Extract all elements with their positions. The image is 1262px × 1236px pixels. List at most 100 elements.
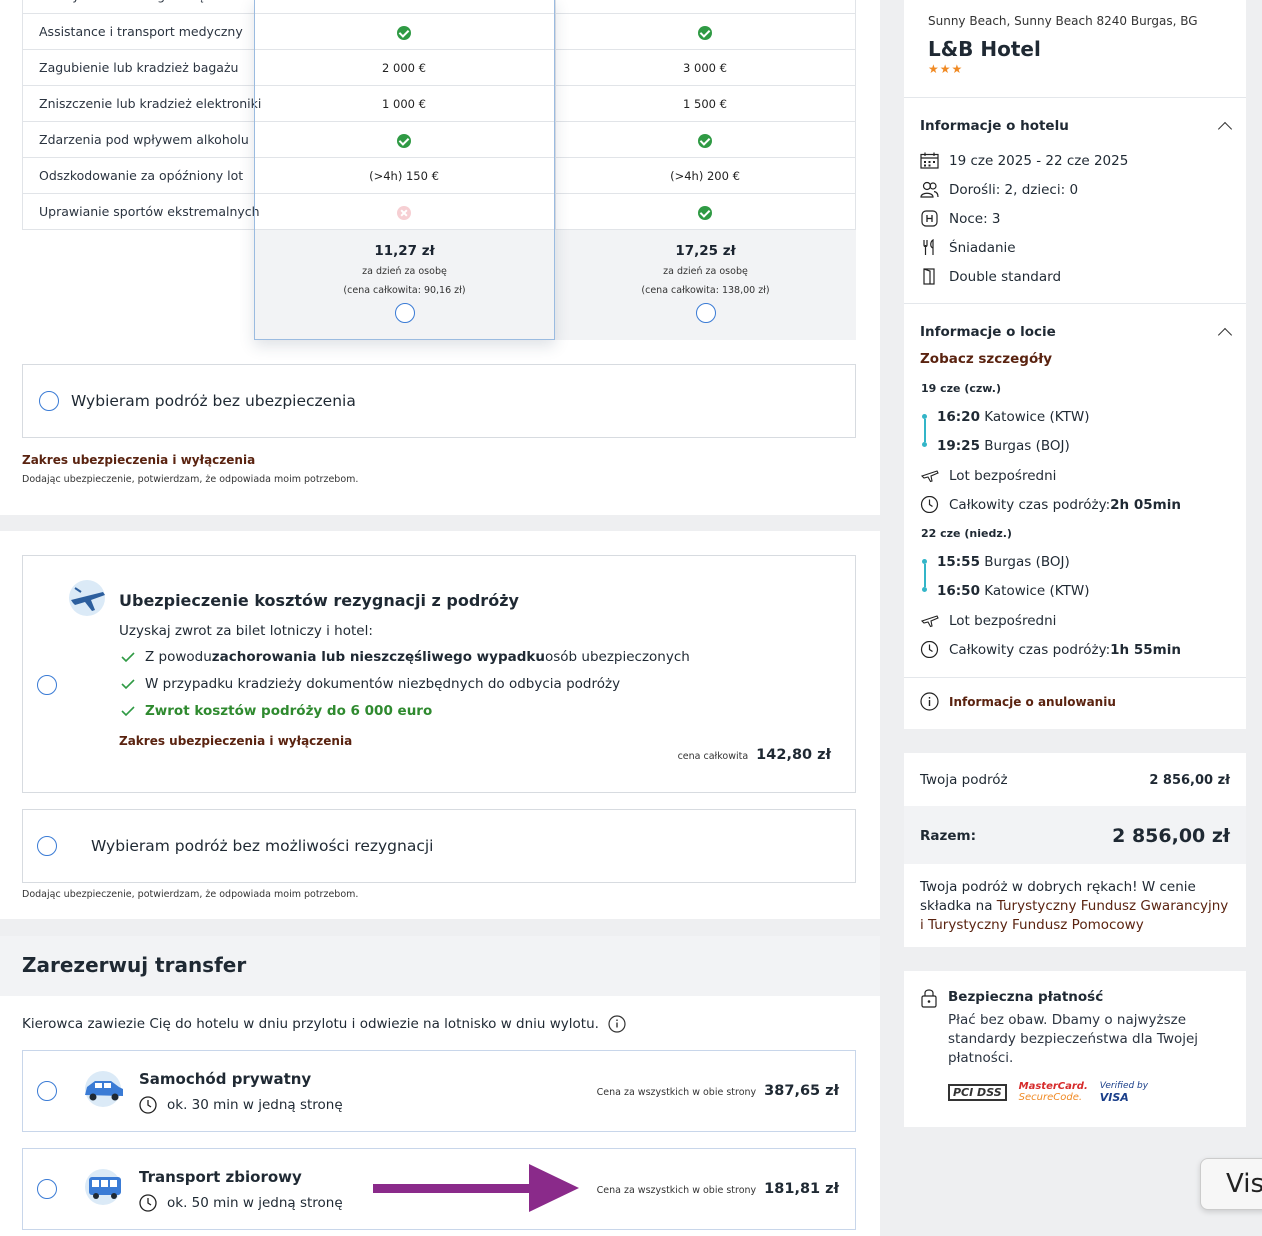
plane-icon: [920, 470, 939, 483]
cancellation-option[interactable]: Ubezpieczenie kosztów rezygnacji z podró…: [22, 555, 856, 793]
visa-line2: VISA: [1099, 1091, 1129, 1104]
clock-icon: [139, 1194, 157, 1212]
info-icon[interactable]: [608, 1015, 626, 1033]
hotel-icon: [921, 210, 938, 227]
lock-icon: [921, 989, 937, 1008]
mastercard-securecode-badge: MasterCard. SecureCode.: [1019, 1081, 1088, 1103]
plane-icon: [920, 615, 939, 628]
hotel-address: Sunny Beach, Sunny Beach 8240 Burgas, BG: [928, 14, 1198, 28]
secure-payment-card: Bezpieczna płatność Płać bez obaw. Dbamy…: [904, 971, 1246, 1127]
pci-dss-badge: PCI DSS: [948, 1083, 1007, 1101]
transfer-private-radio[interactable]: [37, 1081, 57, 1101]
clock-icon: [920, 496, 939, 513]
transfer-name: Transport zbiorowy: [139, 1168, 302, 1186]
info-icon: [920, 692, 939, 711]
hotel-board: Śniadanie: [920, 239, 1016, 256]
checkmark-icon: [121, 652, 135, 663]
coverage-value: (>4h) 150 €: [369, 169, 439, 183]
transfer-duration: ok. 30 min w jedną stronę: [139, 1096, 343, 1114]
time-text: 15:55: [937, 554, 980, 570]
flight-details-link[interactable]: Zobacz szczegóły: [920, 351, 1052, 367]
sum-label: Razem:: [920, 828, 976, 844]
place-text: Burgas (BOJ): [984, 438, 1070, 454]
cancel-info-text[interactable]: Informacje o anulowaniu: [949, 695, 1116, 709]
included-check-icon: [555, 122, 855, 158]
included-check-icon: [254, 122, 554, 158]
calendar-icon: [920, 152, 939, 169]
table-row: Assistance i transport medyczny: [22, 14, 856, 50]
plan-price: 11,27 zł: [374, 243, 435, 259]
chevron-up-icon[interactable]: [1217, 121, 1233, 137]
total-value: 2h 05min: [1110, 496, 1181, 513]
price-label: cena całkowita: [677, 751, 749, 762]
transfer-option-private[interactable]: Samochód prywatny ok. 30 min w jedną str…: [22, 1050, 856, 1132]
benefit-text: osób ubezpieczonych: [544, 649, 690, 665]
arrow-annotation-icon: [373, 1164, 579, 1212]
coverage-value: 2 000 €: [382, 61, 426, 75]
total-label: Całkowity czas podróży:: [949, 641, 1111, 658]
cancellation-radio[interactable]: [37, 675, 57, 695]
table-row: Uprawianie sportów ekstremalnych: [22, 194, 856, 230]
direct-text: Lot bezpośredni: [949, 612, 1057, 629]
row-label: Zdarzenia pod wpływem alkoholu: [39, 132, 249, 147]
mc-line2: SecureCode.: [1018, 1092, 1083, 1103]
transfer-option-shared[interactable]: Transport zbiorowy ok. 50 min w jedną st…: [22, 1148, 856, 1230]
no-insurance-label: Wybieram podróż bez ubezpieczenia: [71, 392, 356, 410]
cancellation-price: cena całkowita 142,80 zł: [678, 747, 831, 763]
table-row: Zdarzenia pod wpływem alkoholu: [22, 122, 856, 158]
plan-basic-radio[interactable]: [394, 303, 415, 323]
plan-per: za dzień za osobę: [663, 266, 748, 277]
outbound-direct: Lot bezpośredni: [920, 467, 1056, 484]
plan-basic-price: 11,27 zł za dzień za osobę (cena całkowi…: [255, 230, 554, 340]
outbound-arrival: 19:25 Burgas (BOJ): [937, 438, 1070, 454]
return-date: 22 cze (niedz.): [921, 527, 1012, 540]
benefit-text: W przypadku kradzieży dokumentów niezbęd…: [145, 676, 621, 692]
no-cancellation-radio[interactable]: [37, 836, 57, 856]
plan-extended-price: 17,25 zł za dzień za osobę (cena całkowi…: [555, 230, 856, 340]
row-label: Koszty leczenia za granicą: [39, 0, 204, 14]
nights-text: Noce: 3: [949, 210, 1001, 227]
row-label: Odszkodowanie za opóźniony lot: [39, 168, 244, 183]
cancellation-scope-link[interactable]: Zakres ubezpieczenia i wyłączenia: [119, 734, 352, 748]
price-label: Cena za wszystkich w obie strony: [596, 1087, 757, 1098]
outbound-departure: 16:20 Katowice (KTW): [937, 409, 1089, 425]
consent-text: Dodając ubezpieczenie, potwierdzam, że o…: [22, 474, 359, 485]
checkmark-icon: [121, 706, 135, 717]
plane-icon: [65, 578, 109, 622]
hotel-name: L&B Hotel: [928, 37, 1041, 61]
chat-widget-button[interactable]: Vis: [1200, 1158, 1262, 1210]
table-row: Koszty leczenia za granicą: [22, 0, 856, 14]
insurance-scope-link[interactable]: Zakres ubezpieczenia i wyłączenia: [22, 453, 255, 467]
transfer-shared-radio[interactable]: [37, 1179, 57, 1199]
no-insurance-option[interactable]: Wybieram podróż bez ubezpieczenia: [22, 364, 856, 438]
benefit-item: Z powodu zachorowania lub nieszczęśliweg…: [121, 649, 690, 665]
plan-extended-radio[interactable]: [695, 303, 716, 323]
time-text: 16:50: [937, 583, 980, 599]
place-text: Katowice (KTW): [984, 409, 1090, 425]
clock-icon: [920, 641, 939, 658]
consent-text: Dodając ubezpieczenie, potwierdzam, że o…: [22, 889, 359, 900]
hotel-nights: Noce: 3: [920, 210, 1001, 227]
duration-text: ok. 30 min w jedną stronę: [167, 1097, 343, 1113]
time-text: 16:20: [937, 409, 980, 425]
plan-per: za dzień za osobę: [362, 266, 447, 277]
price-value: 387,65 zł: [764, 1083, 839, 1099]
board-text: Śniadanie: [949, 239, 1016, 256]
cancellation-info-link[interactable]: Informacje o anulowaniu: [920, 692, 1116, 711]
hotel-dates: 19 cze 2025 - 22 cze 2025: [920, 152, 1128, 169]
no-insurance-radio[interactable]: [39, 391, 59, 411]
no-cancellation-option[interactable]: Wybieram podróż bez możliwości rezygnacj…: [22, 809, 856, 883]
transfer-intro-text: Kierowca zawiezie Cię do hotelu w dniu p…: [22, 1016, 599, 1032]
plan-total: (cena całkowita: 90,16 zł): [343, 285, 466, 296]
bus-icon: [81, 1167, 127, 1211]
checkmark-icon: [121, 679, 135, 690]
trip-price: 2 856,00 zł: [1149, 773, 1230, 788]
guarantee-text: Twoja podróż w dobrych rękach! W cenie s…: [920, 878, 1232, 935]
secure-title: Bezpieczna płatność: [948, 989, 1104, 1005]
return-direct: Lot bezpośredni: [920, 612, 1056, 629]
room-text: Double standard: [949, 268, 1062, 285]
clock-icon: [139, 1096, 157, 1114]
flight-info-title: Informacje o locie: [920, 324, 1056, 340]
table-row: Zagubienie lub kradzież bagażu 2 000 € 3 0…: [22, 50, 856, 86]
chevron-up-icon[interactable]: [1217, 327, 1233, 343]
